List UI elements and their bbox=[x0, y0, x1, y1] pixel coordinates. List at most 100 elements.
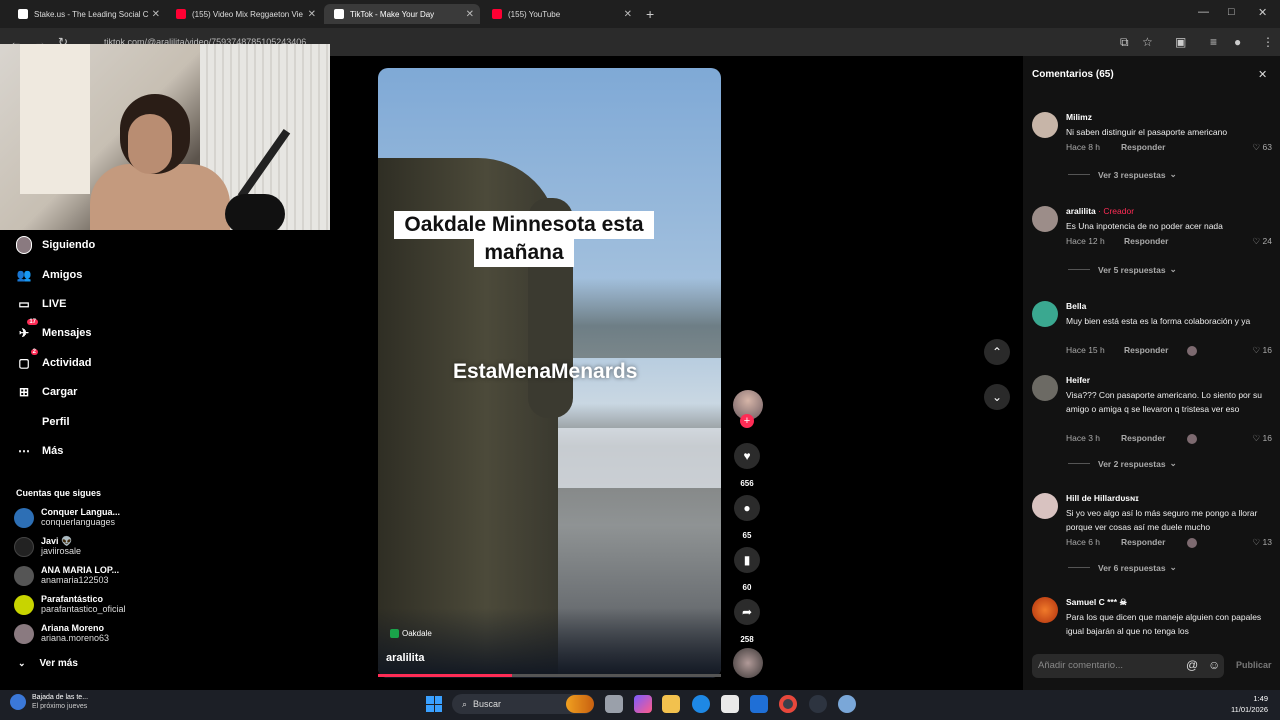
comment-user[interactable]: Bella bbox=[1066, 301, 1086, 311]
comment-bubble-icon: ● bbox=[734, 495, 760, 521]
browser-tab-1[interactable]: Stake.us - The Leading Social C ✕ bbox=[8, 4, 166, 24]
tiktok-favicon-icon bbox=[334, 9, 344, 19]
mention-icon[interactable]: @ bbox=[1186, 658, 1198, 672]
browser-tab-3-active[interactable]: TikTok - Make Your Day ✕ bbox=[324, 4, 480, 24]
youtube-favicon-icon bbox=[176, 9, 186, 19]
comment-like[interactable]: ♡ 13 bbox=[1253, 537, 1272, 548]
avatar[interactable] bbox=[1032, 493, 1058, 519]
video-trees bbox=[548, 278, 721, 358]
avatar[interactable] bbox=[1032, 206, 1058, 232]
heart-icon: ♥ bbox=[734, 443, 760, 469]
comment-user[interactable]: aralilita · Creador bbox=[1066, 206, 1134, 216]
comment-like[interactable]: ♡ 24 bbox=[1253, 236, 1272, 247]
tab-close-icon[interactable]: ✕ bbox=[152, 9, 160, 20]
nav-profile[interactable]: Perfil bbox=[16, 414, 70, 430]
avatar[interactable] bbox=[1032, 597, 1058, 623]
browser-tab-4[interactable]: (155) YouTube ✕ bbox=[482, 4, 638, 24]
windows-start-icon[interactable] bbox=[426, 696, 442, 712]
nav-label: Más bbox=[42, 445, 64, 457]
following-account[interactable]: Javi 👽 javiirosale bbox=[14, 536, 81, 557]
browser-tab-2[interactable]: (155) Video Mix Reggaeton Vie ✕ bbox=[166, 4, 322, 24]
view-replies[interactable]: Ver 3 respuestas ⌄ bbox=[1068, 169, 1177, 180]
copilot-icon[interactable] bbox=[634, 695, 652, 713]
comment-user[interactable]: Heifer bbox=[1066, 375, 1090, 385]
reply-button[interactable]: Responder bbox=[1121, 537, 1165, 547]
close-icon[interactable]: ✕ bbox=[1258, 68, 1267, 81]
bookmark-star-icon[interactable]: ☆ bbox=[1142, 35, 1153, 49]
comment-like[interactable]: ♡ 16 bbox=[1253, 433, 1272, 444]
following-account[interactable]: ANA MARIA LOP... anamaria122503 bbox=[14, 565, 119, 586]
view-replies[interactable]: Ver 5 respuestas ⌄ bbox=[1068, 264, 1177, 275]
taskbar-widget-icon[interactable] bbox=[566, 695, 594, 713]
nav-live[interactable]: ▭ LIVE bbox=[16, 296, 66, 312]
avatar[interactable] bbox=[1032, 375, 1058, 401]
view-replies-label: Ver 6 respuestas bbox=[1098, 562, 1166, 573]
view-replies[interactable]: Ver 2 respuestas ⌄ bbox=[1068, 458, 1177, 469]
nav-activity[interactable]: ▢ 2 Actividad bbox=[16, 349, 92, 371]
save-button[interactable]: ▮ 60 bbox=[733, 547, 761, 592]
profile-avatar-icon[interactable]: ● bbox=[1234, 35, 1241, 49]
video-author[interactable]: aralilita bbox=[386, 652, 425, 664]
tab-close-icon[interactable]: ✕ bbox=[466, 9, 474, 20]
see-more-accounts[interactable]: ⌄ Ver más bbox=[18, 658, 78, 669]
avatar[interactable] bbox=[1032, 112, 1058, 138]
nav-upload[interactable]: ⊞ Cargar bbox=[16, 384, 78, 400]
maximize-button[interactable]: □ bbox=[1228, 6, 1235, 18]
comment-user[interactable]: Milimz bbox=[1066, 112, 1092, 122]
activity-icon: ▢ 2 bbox=[16, 349, 38, 371]
azure-icon[interactable] bbox=[750, 695, 768, 713]
browser-menu-icon[interactable]: ⋮ bbox=[1262, 35, 1274, 49]
reply-button[interactable]: Responder bbox=[1121, 433, 1165, 443]
share-button[interactable]: ➦ 258 bbox=[733, 599, 761, 644]
comment-button[interactable]: ● 65 bbox=[733, 495, 761, 540]
taskbar-clock[interactable]: 1:49 11/01/2026 bbox=[1222, 693, 1268, 715]
reply-button[interactable]: Responder bbox=[1124, 236, 1168, 246]
tab-close-icon[interactable]: ✕ bbox=[624, 9, 632, 20]
view-replies[interactable]: Ver 6 respuestas ⌄ bbox=[1068, 562, 1177, 573]
like-button[interactable]: ♥ 656 bbox=[733, 443, 761, 488]
publish-button[interactable]: Publicar bbox=[1236, 660, 1272, 670]
emoji-icon[interactable]: ☺ bbox=[1208, 658, 1220, 672]
nav-label: LIVE bbox=[42, 298, 67, 310]
chevron-up-icon: ⌃ bbox=[991, 345, 1003, 359]
next-video-button[interactable]: ⌄ bbox=[984, 384, 1010, 410]
tab-close-icon[interactable]: ✕ bbox=[308, 9, 316, 20]
chrome-icon[interactable] bbox=[779, 695, 797, 713]
extension-icon[interactable]: ▣ bbox=[1175, 35, 1186, 49]
close-window-button[interactable]: ✕ bbox=[1258, 6, 1267, 19]
location-tag[interactable]: Oakdale bbox=[390, 629, 432, 638]
reading-list-icon[interactable]: ≡ bbox=[1210, 35, 1217, 49]
reply-button[interactable]: Responder bbox=[1121, 142, 1165, 152]
store-icon[interactable] bbox=[721, 695, 739, 713]
comment-item: Samuel C *** ☠ Para los que dicen que ma… bbox=[1032, 597, 1272, 641]
comment-user[interactable]: Samuel C *** ☠ bbox=[1066, 597, 1127, 608]
new-tab-button[interactable]: + bbox=[646, 6, 654, 22]
settings-gear-icon[interactable] bbox=[838, 695, 856, 713]
video-progress-bar[interactable] bbox=[378, 674, 721, 677]
music-disc[interactable] bbox=[733, 648, 763, 678]
steam-icon[interactable] bbox=[809, 695, 827, 713]
avatar[interactable] bbox=[1032, 301, 1058, 327]
nav-messages[interactable]: ✈ 17 Mensajes bbox=[16, 319, 92, 341]
comment-like[interactable]: ♡ 63 bbox=[1253, 142, 1272, 153]
install-icon[interactable]: ⧉ bbox=[1120, 35, 1129, 50]
file-explorer-icon[interactable] bbox=[662, 695, 680, 713]
edge-icon[interactable] bbox=[692, 695, 710, 713]
task-view-icon[interactable] bbox=[605, 695, 623, 713]
following-account[interactable]: Parafantástico parafantastico_oficial bbox=[14, 594, 126, 615]
reply-button[interactable]: Responder bbox=[1124, 345, 1168, 355]
comment-like[interactable]: ♡ 16 bbox=[1253, 345, 1272, 356]
following-account[interactable]: Conquer Langua... conquerlanguages bbox=[14, 507, 120, 528]
nav-label: Cargar bbox=[42, 386, 78, 398]
nav-friends[interactable]: 👥 Amigos bbox=[16, 267, 83, 283]
taskbar-notification[interactable]: Bajada de las te... El próximo jueves bbox=[10, 693, 88, 711]
following-account[interactable]: Ariana Moreno ariana.moreno63 bbox=[14, 623, 109, 644]
follow-plus-icon[interactable]: + bbox=[740, 414, 754, 428]
comment-user[interactable]: Hill de Hillardᴜsɴɪ bbox=[1066, 493, 1139, 503]
account-username: ariana.moreno63 bbox=[41, 633, 110, 643]
chevron-down-icon: ⌄ bbox=[991, 390, 1003, 404]
nav-more[interactable]: ⋯ Más bbox=[16, 443, 63, 459]
minimize-button[interactable]: — bbox=[1198, 6, 1209, 18]
nav-following[interactable]: Siguiendo bbox=[16, 236, 95, 254]
previous-video-button[interactable]: ⌃ bbox=[984, 339, 1010, 365]
